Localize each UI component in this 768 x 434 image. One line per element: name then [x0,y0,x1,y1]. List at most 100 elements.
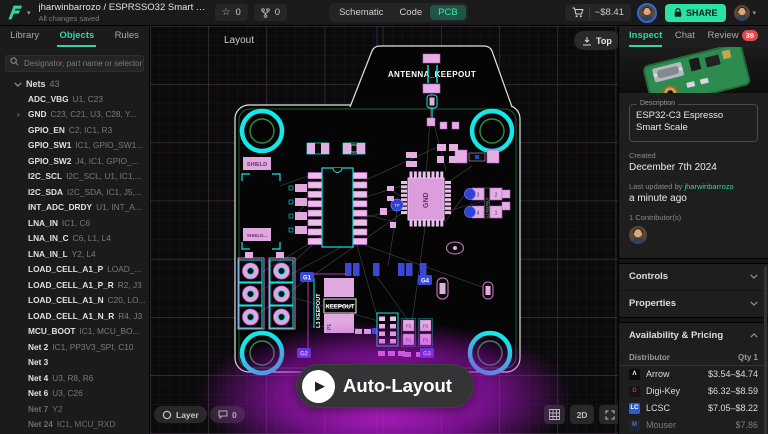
net-refs: Y2 [52,404,62,414]
svg-text:P2: P2 [423,324,429,329]
auto-layout-button[interactable]: ▶ Auto-Layout [296,364,474,408]
comments-button[interactable]: 0 [210,406,245,423]
passive-pair-2[interactable] [343,143,365,154]
left-tab-library[interactable]: Library [8,26,41,47]
nets-list: ADC_VBGU1, C23›GNDC23, C21, U3, C28, Y..… [0,91,149,432]
net-list-item[interactable]: GPIO_SW1IC1, GPIO_SW1... [0,138,149,154]
net-list-item[interactable]: Net 3 [0,355,149,371]
passive-pair-1[interactable] [307,143,329,154]
net-list-item[interactable]: LOAD_CELL_A1_N_RR4, J3 [0,308,149,324]
net-list-item[interactable]: LOAD_CELL_A1_N C20, LO... [0,293,149,309]
net-name: INT_ADC_DRDY [28,202,92,212]
description-field[interactable]: Description ESP32-C3 Espresso Smart Scal… [629,104,758,142]
right-tab-chat[interactable]: Chat [675,26,695,47]
left-tab-rules[interactable]: Rules [113,26,141,47]
top-view-button[interactable]: Top [574,31,618,50]
expand-chevron-icon[interactable]: › [17,110,20,119]
net-name: ADC_VBG [28,94,69,104]
user-menu-caret-icon[interactable]: ▾ [752,9,756,17]
connector-pad[interactable] [276,252,284,258]
tab-schematic[interactable]: Schematic [331,5,391,20]
comment-icon [218,410,228,419]
net-list-item[interactable]: LOAD_CELL_A1_P_RR2, J3 [0,277,149,293]
net-list-item[interactable]: Net 7Y2 [0,401,149,417]
net-list-item[interactable]: ADC_VBGU1, C23 [0,91,149,107]
layer-icon [162,410,172,420]
distributor-row-mouser[interactable]: MMouser$7.86 [619,417,768,434]
contributor-avatar[interactable] [629,226,647,244]
tab-pcb[interactable]: PCB [430,5,466,20]
net-list-item[interactable]: LNA_IN_CC6, L1, L4 [0,231,149,247]
right-tab-review[interactable]: Review39 [708,26,759,47]
net-list-item[interactable]: INT_ADC_DRDY U1, INT_A... [0,200,149,216]
net-refs: U3, R8, R6 [52,373,93,383]
distributor-row-arrow[interactable]: ΛArrow$3.54–$4.74 [619,366,768,383]
updated-user-link[interactable]: jharwinbarrozo [684,182,733,191]
left-tab-objects[interactable]: Objects [57,26,96,47]
distributor-name: LCSC [646,403,702,413]
created-label: Created [629,151,758,160]
net-list-item[interactable]: LOAD_CELL_A1_PLOAD_... [0,262,149,278]
objects-sidebar: Library Objects Rules Nets 43 ADC_VBGU1, C… [0,26,150,434]
logo-menu-caret-icon[interactable]: ▾ [27,9,31,17]
fork-button[interactable]: 0 [254,4,287,21]
net-list-item[interactable]: Net 24IC1, MCU_RXD [0,417,149,433]
project-3d-preview[interactable] [619,47,768,93]
net-refs: U1, INT_A... [96,202,142,212]
net-list-item[interactable]: I2C_SDAI2C_SDA, IC1, J5,... [0,184,149,200]
net-list-item[interactable]: Net 4 U3, R8, R6 [0,370,149,386]
lcsc-logo-icon: LC [629,403,640,414]
star-button[interactable]: ☆ 0 [215,4,248,21]
net-refs: IC1, MCU_RXD [57,419,116,429]
fork-icon [261,8,270,18]
net-refs: LOAD_... [107,264,141,274]
fullscreen-button[interactable] [599,405,618,424]
mode-2d-button[interactable]: 2D [570,405,594,424]
section-properties[interactable]: Properties [619,291,768,317]
net-list-item[interactable]: LNA_IN_LY2, L4 [0,246,149,262]
section-pricing[interactable]: Availability & Pricing [619,323,768,349]
layer-selector[interactable]: Layer [154,406,207,423]
net-name: Net 4 [28,373,48,383]
net-list-item[interactable]: MCU_BOOTIC1, MCU_BO... [0,324,149,340]
breadcrumb[interactable]: jharwinbarrozo / ESPRSSO32 Smart Scale [… [39,2,209,13]
distributor-row-lcsc[interactable]: LCLCSC$7.05–$8.22 [619,400,768,417]
net-name: I2C_SDA [28,187,63,197]
cart-icon [572,7,584,18]
cart-button[interactable]: ~$8.41 [565,4,631,21]
svg-text:P1: P1 [327,324,333,330]
search-input[interactable] [5,55,144,72]
connector-pad[interactable] [245,252,253,258]
net-list-item[interactable]: I2C_SCLI2C_SCL, U1, IC1,... [0,169,149,185]
mouser-logo-icon: M [629,420,640,431]
flux-logo-icon[interactable] [8,4,25,21]
net-list-item[interactable]: Net 6U3, C26 [0,386,149,402]
small-soic[interactable] [377,313,398,346]
fork-count: 0 [275,7,280,18]
pricing-table: ΛArrow$3.54–$4.74DDigi-Key$6.32–$8.59 LC L… [619,366,768,434]
net-list-item[interactable]: Net 2IC1, PP3V3_SPI, C10 [0,339,149,355]
keepout-label: KEEPOUT [325,305,354,311]
right-scrollbar[interactable] [764,266,767,434]
collaborator-avatar[interactable] [639,5,655,21]
right-tab-inspect[interactable]: Inspect [629,26,662,47]
net-list-item[interactable]: GPIO_ENC2, IC1, R3 [0,122,149,138]
nets-group-header[interactable]: Nets 43 [0,76,149,91]
contributors-label: 1 Contributor(s) [629,213,758,222]
net-name: GND [28,109,46,119]
net-name: LOAD_CELL_A1_N [28,295,104,305]
share-button[interactable]: SHARE [665,4,727,22]
play-icon: ▶ [302,370,335,403]
net-name: GPIO_SW1 [28,140,71,150]
net-refs: C20, LO... [108,295,146,305]
net-list-item[interactable]: GPIO_SW2J4, IC1, GPIO_... [0,153,149,169]
tab-code[interactable]: Code [391,5,430,20]
net-list-item[interactable]: LNA_INIC1, C6 [0,215,149,231]
star-count: 0 [235,7,240,18]
net-list-item[interactable]: ›GNDC23, C21, U3, C28, Y... [0,107,149,123]
user-avatar[interactable] [734,5,750,21]
grid-toggle-button[interactable] [544,405,565,424]
pcb-canvas[interactable]: ANTENNA_KEEPOUT [150,26,618,434]
distributor-row-digi-key[interactable]: DDigi-Key$6.32–$8.59 [619,383,768,400]
section-controls[interactable]: Controls [619,264,768,290]
